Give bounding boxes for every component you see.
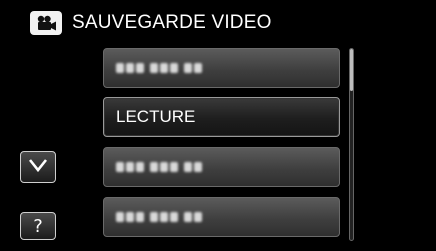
- menu-item-3[interactable]: [103, 147, 340, 187]
- page-title: SAUVEGARDE VIDEO: [72, 12, 272, 33]
- video-camera-icon: [30, 11, 62, 35]
- header: SAUVEGARDE VIDEO: [30, 10, 272, 36]
- menu-item-4[interactable]: [103, 197, 340, 237]
- blurred-label: [116, 63, 202, 73]
- scrollbar[interactable]: [349, 48, 354, 241]
- blurred-label: [116, 212, 202, 222]
- menu-item-label: LECTURE: [116, 107, 196, 126]
- chevron-down-icon: [27, 157, 49, 178]
- scroll-thumb[interactable]: [350, 49, 353, 91]
- help-label: ?: [33, 215, 43, 237]
- menu-item-lecture[interactable]: LECTURE: [103, 97, 340, 137]
- blurred-label: [116, 162, 202, 172]
- menu-item-1[interactable]: [103, 48, 340, 88]
- scroll-down-button[interactable]: [20, 151, 56, 183]
- help-button[interactable]: ?: [20, 212, 56, 240]
